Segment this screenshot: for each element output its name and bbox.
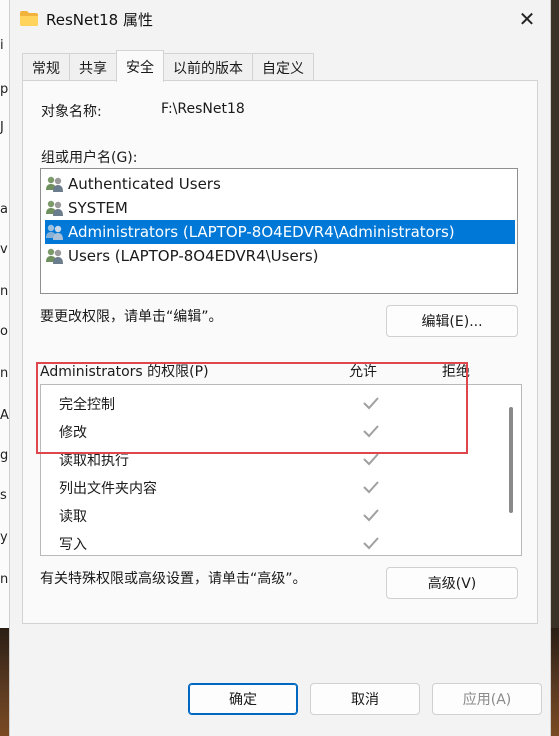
folder-icon <box>20 11 38 26</box>
check-icon <box>363 425 379 438</box>
properties-dialog: ResNet18 属性 ✕ 常规 共享 安全 以前的版本 自定义 对象名称: F… <box>9 0 551 736</box>
check-icon <box>363 537 379 550</box>
user-name: Users (LAPTOP-8O4EDVR4\Users) <box>68 247 319 265</box>
permission-row: 列出文件夹内容 <box>41 474 501 502</box>
title-bar[interactable]: ResNet18 属性 ✕ <box>10 0 550 38</box>
bg-char: n <box>0 572 9 587</box>
permission-row: 读取 <box>41 502 501 530</box>
deny-column-header: 拒绝 <box>442 364 470 380</box>
tab-security[interactable]: 安全 <box>116 50 164 82</box>
group-list-label: 组或用户名(G): <box>41 150 138 166</box>
cancel-button[interactable]: 取消 <box>310 683 420 715</box>
object-name-label: 对象名称: <box>41 104 102 120</box>
list-item[interactable]: Users (LAPTOP-8O4EDVR4\Users) <box>45 244 515 268</box>
permissions-list[interactable]: 完全控制 修改 读取和执行 列出文件夹内容 读取 写入 <box>40 384 522 556</box>
bg-char: n <box>0 284 9 299</box>
tab-general[interactable]: 常规 <box>22 53 70 82</box>
scrollbar-thumb[interactable] <box>509 407 513 513</box>
bg-char: v <box>0 242 8 257</box>
user-name: Administrators (LAPTOP-8O4EDVR4\Administ… <box>68 223 455 241</box>
permission-name: 写入 <box>59 537 87 553</box>
bg-char: g <box>0 448 9 463</box>
bg-char: y <box>0 530 8 545</box>
bg-char: p <box>0 82 9 97</box>
tab-customize[interactable]: 自定义 <box>252 53 314 82</box>
bg-char: A <box>0 408 9 423</box>
apply-button[interactable]: 应用(A) <box>432 683 542 715</box>
ok-button[interactable]: 确定 <box>188 683 298 715</box>
object-name-value: F:\ResNet18 <box>161 101 245 117</box>
user-name: Authenticated Users <box>68 175 221 193</box>
permission-row: 读取和执行 <box>41 446 501 474</box>
user-list[interactable]: Authenticated Users SYSTEM Administrator… <box>40 168 518 294</box>
check-icon <box>363 509 379 522</box>
permission-name: 读取 <box>59 509 87 525</box>
list-item[interactable]: Authenticated Users <box>45 172 515 196</box>
tab-bar: 常规 共享 安全 以前的版本 自定义 <box>22 50 314 82</box>
users-group-icon <box>46 176 63 192</box>
close-icon: ✕ <box>518 7 536 31</box>
check-icon <box>363 481 379 494</box>
window-title: ResNet18 属性 <box>46 11 153 29</box>
list-item[interactable]: SYSTEM <box>45 196 515 220</box>
bg-char: s <box>0 488 7 503</box>
bg-char: i <box>0 38 4 53</box>
bg-char: n <box>0 366 9 381</box>
bg-char: o <box>0 324 8 339</box>
permission-name: 完全控制 <box>59 397 115 413</box>
permission-name: 列出文件夹内容 <box>59 481 157 497</box>
bg-char: a <box>0 202 8 217</box>
advanced-button[interactable]: 高级(V) <box>386 567 518 599</box>
close-button[interactable]: ✕ <box>504 0 550 38</box>
bg-char: J <box>0 120 4 135</box>
permissions-title: Administrators 的权限(P) <box>40 364 209 380</box>
permission-name: 修改 <box>59 425 87 441</box>
check-icon <box>363 453 379 466</box>
edit-button[interactable]: 编辑(E)... <box>386 305 518 337</box>
tab-sharing[interactable]: 共享 <box>69 53 117 82</box>
users-group-icon <box>46 200 63 216</box>
user-name: SYSTEM <box>68 199 128 217</box>
list-item-selected[interactable]: Administrators (LAPTOP-8O4EDVR4\Administ… <box>45 220 515 244</box>
permission-row: 完全控制 <box>41 390 501 418</box>
users-group-icon <box>46 224 63 240</box>
permission-row: 写入 <box>41 530 501 555</box>
permission-row: 修改 <box>41 418 501 446</box>
change-permissions-hint: 要更改权限，请单击“编辑”。 <box>40 309 223 325</box>
check-icon <box>363 397 379 410</box>
permission-name: 读取和执行 <box>59 453 129 469</box>
users-group-icon <box>46 248 63 264</box>
tab-previous-versions[interactable]: 以前的版本 <box>163 53 253 82</box>
allow-column-header: 允许 <box>349 364 377 380</box>
advanced-hint: 有关特殊权限或高级设置，请单击“高级”。 <box>40 571 307 587</box>
